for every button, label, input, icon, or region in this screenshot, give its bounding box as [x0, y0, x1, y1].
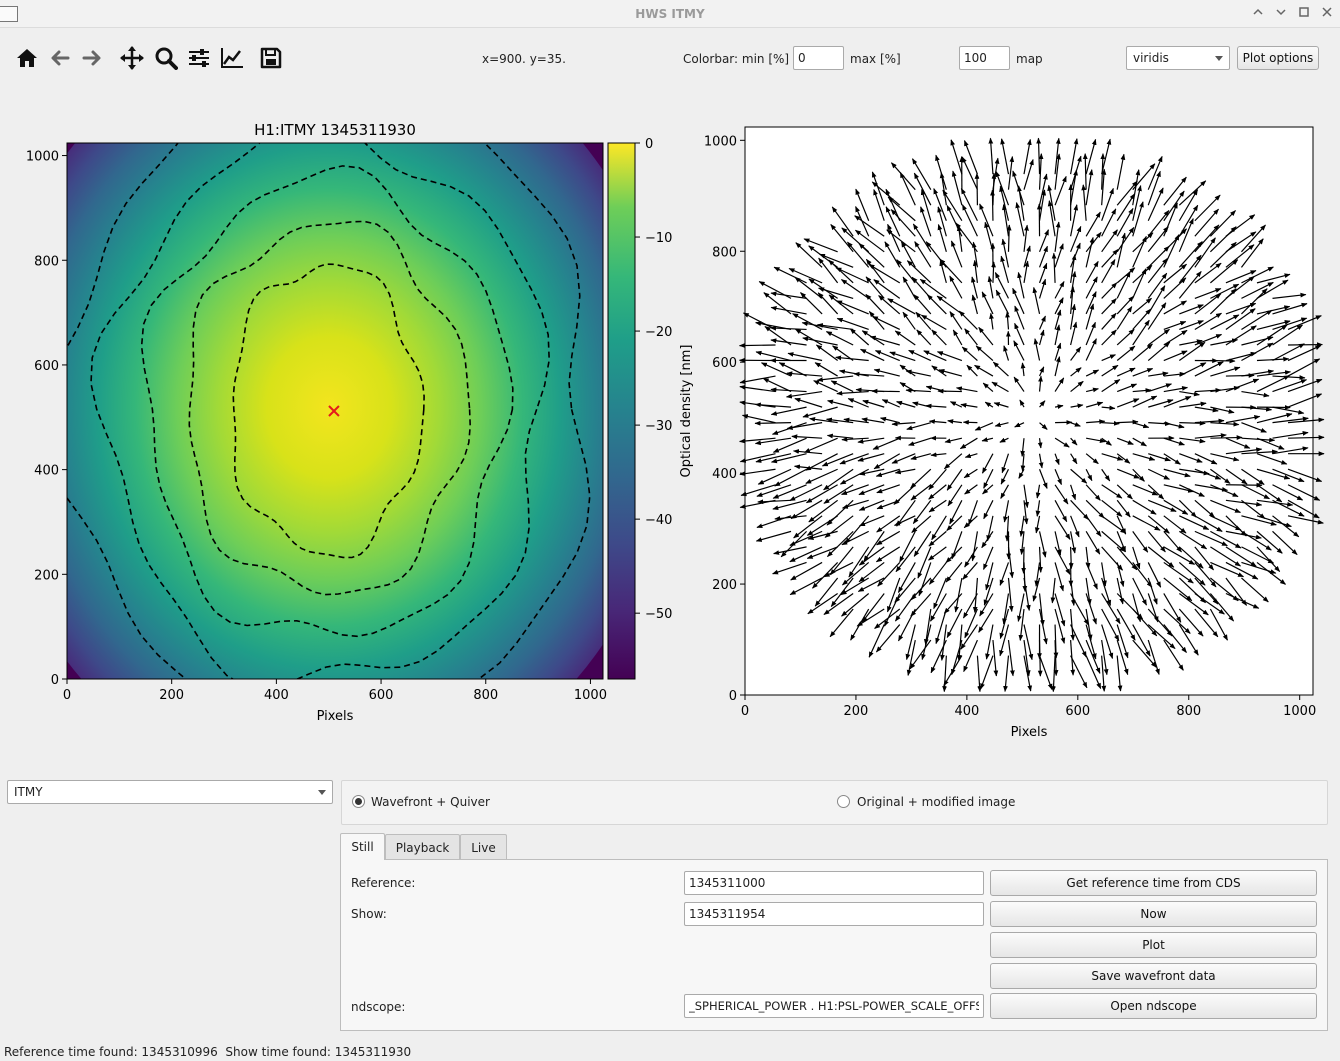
colorbar-min-input[interactable]	[793, 46, 844, 70]
quiver-arrow	[738, 343, 776, 348]
quiver-arrow	[1006, 224, 1012, 252]
radio-wavefront-quiver[interactable]	[352, 795, 365, 808]
show-input[interactable]	[684, 902, 984, 926]
keep-above-icon[interactable]	[1249, 5, 1267, 23]
radio-original-modified-label[interactable]: Original + modified image	[857, 795, 1015, 809]
radio-original-modified[interactable]	[837, 795, 850, 808]
quiver-arrow	[1068, 546, 1074, 570]
save-icon[interactable]	[256, 43, 286, 73]
y-tick-label: 400	[712, 467, 737, 482]
plot-label: Plot	[1142, 938, 1165, 952]
y-tick-label: 0	[729, 689, 737, 704]
axis-edit-icon[interactable]	[217, 43, 247, 73]
x-tick-label: 600	[369, 688, 394, 703]
radio-wavefront-quiver-label[interactable]: Wavefront + Quiver	[371, 795, 490, 809]
x-tick-label: 800	[473, 688, 498, 703]
colormap-select-value: viridis	[1133, 51, 1169, 65]
back-arrow-icon[interactable]	[45, 43, 75, 73]
x-tick-label: 200	[844, 704, 869, 719]
y-tick-label: 800	[712, 245, 737, 260]
heatmap-intensity	[67, 143, 603, 679]
colorbar-tick-label: −30	[645, 419, 672, 434]
optic-select[interactable]: ITMY	[7, 780, 333, 804]
window-title: HWS ITMY	[635, 7, 705, 21]
get-reference-time-button[interactable]: Get reference time from CDS	[990, 870, 1317, 896]
colorbar-label: Optical density [nm]	[679, 345, 694, 478]
quiver-xlabel: Pixels	[1011, 725, 1048, 740]
colorbar-max-label: max [%]	[850, 52, 901, 66]
y-tick-label: 600	[34, 359, 59, 374]
plot-options-button[interactable]: Plot options	[1237, 46, 1319, 70]
status-bar: Reference time found: 1345310996 Show ti…	[4, 1045, 411, 1059]
ndscope-channels-input[interactable]	[684, 994, 984, 1018]
cursor-coordinates: x=900. y=35.	[482, 52, 566, 66]
map-label: map	[1016, 52, 1043, 66]
open-ndscope-label: Open ndscope	[1110, 999, 1197, 1013]
plot-canvas[interactable]: H1:ITMY 1345311930 Pixels 0 200 400 600 800 1…	[0, 100, 1340, 760]
colorbar-tick-label: −40	[645, 513, 672, 528]
plot-options-label: Plot options	[1242, 51, 1314, 65]
colorbar-tick-label: −50	[645, 607, 672, 622]
y-tick-label: 400	[34, 464, 59, 479]
configure-subplots-icon[interactable]	[184, 43, 214, 73]
forward-arrow-icon[interactable]	[77, 43, 107, 73]
x-tick-label: 0	[741, 704, 749, 719]
plot-button[interactable]: Plot	[990, 932, 1317, 958]
colorbar-min-label: Colorbar: min [%]	[683, 52, 790, 66]
tab-playback[interactable]: Playback	[385, 834, 460, 860]
pan-icon[interactable]	[117, 43, 147, 73]
y-tick-label: 1000	[26, 150, 59, 165]
status-reference-found: Reference time found: 1345310996	[4, 1045, 218, 1059]
colorbar	[607, 142, 636, 680]
x-tick-label: 200	[159, 688, 184, 703]
close-icon[interactable]	[1318, 5, 1336, 23]
save-wavefront-label: Save wavefront data	[1091, 969, 1216, 983]
show-label: Show:	[351, 907, 387, 921]
y-tick-label: 200	[712, 578, 737, 593]
home-icon[interactable]	[12, 43, 42, 73]
tab-still[interactable]: Still	[340, 833, 385, 860]
y-tick-label: 600	[712, 356, 737, 371]
x-tick-label: 600	[1065, 704, 1090, 719]
quiver-arrow	[1210, 358, 1236, 364]
colorbar-max-input[interactable]	[959, 46, 1010, 70]
chevron-down-icon	[1215, 55, 1223, 61]
now-label: Now	[1140, 907, 1167, 921]
x-tick-label: 0	[63, 688, 71, 703]
figure: H1:ITMY 1345311930 Pixels 0 200 400 600 800 1…	[26, 121, 1325, 740]
y-tick-label: 800	[34, 254, 59, 269]
minimize-icon[interactable]	[1272, 5, 1290, 23]
ndscope-label: ndscope:	[351, 1000, 406, 1014]
heatmap-xlabel: Pixels	[317, 709, 354, 724]
maximize-icon[interactable]	[1295, 5, 1313, 23]
colormap-select[interactable]: viridis	[1126, 46, 1230, 70]
tab-live[interactable]: Live	[460, 834, 507, 860]
x-tick-label: 1000	[574, 688, 607, 703]
open-ndscope-button[interactable]: Open ndscope	[990, 993, 1317, 1019]
y-tick-label: 0	[51, 673, 59, 688]
x-tick-label: 400	[954, 704, 979, 719]
colorbar-tick-label: −20	[645, 325, 672, 340]
heatmap-title: H1:ITMY 1345311930	[254, 121, 416, 139]
y-tick-label: 1000	[704, 134, 737, 149]
save-wavefront-button[interactable]: Save wavefront data	[990, 963, 1317, 989]
get-reference-time-label: Get reference time from CDS	[1066, 876, 1241, 890]
reference-label: Reference:	[351, 876, 416, 890]
x-tick-label: 1000	[1283, 704, 1316, 719]
status-show-found: Show time found: 1345311930	[225, 1045, 412, 1059]
y-tick-label: 200	[34, 568, 59, 583]
quiver-arrow	[754, 420, 792, 426]
colorbar-tick-label: −10	[645, 231, 672, 246]
optic-select-value: ITMY	[14, 785, 43, 799]
quiver-arrow	[1225, 373, 1255, 378]
colorbar-tick-label: 0	[645, 137, 653, 152]
chevron-down-icon	[318, 789, 326, 795]
now-button[interactable]: Now	[990, 901, 1317, 927]
reference-input[interactable]	[684, 871, 984, 895]
wavefront-heatmap	[66, 142, 604, 680]
quiver-arrow	[937, 388, 962, 394]
zoom-icon[interactable]	[151, 43, 181, 73]
x-tick-label: 800	[1176, 704, 1201, 719]
x-tick-label: 400	[264, 688, 289, 703]
